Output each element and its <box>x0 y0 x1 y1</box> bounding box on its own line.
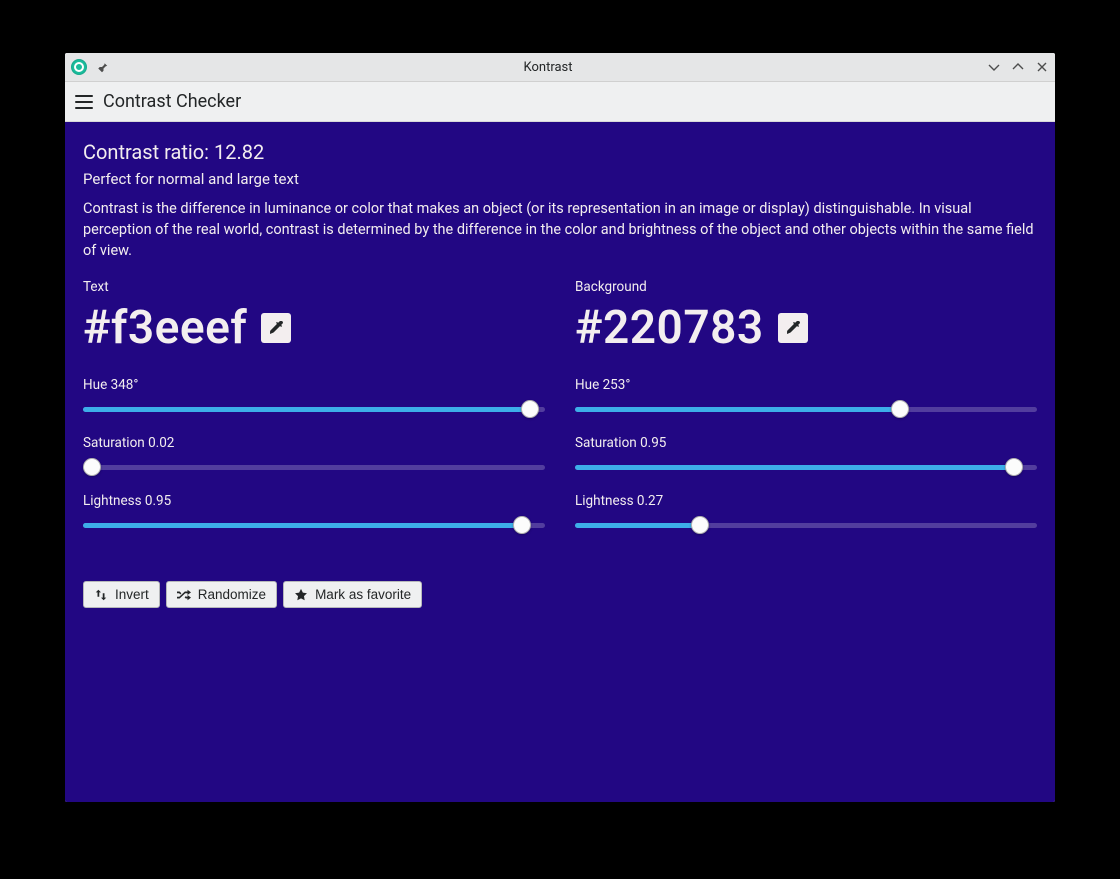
contrast-ratio-label: Contrast ratio: <box>83 140 214 164</box>
app-window: Kontrast Contrast Checker Contrast ratio… <box>65 53 1055 802</box>
window-controls <box>987 60 1049 74</box>
contrast-verdict: Perfect for normal and large text <box>83 170 1037 188</box>
invert-button[interactable]: Invert <box>83 581 160 608</box>
randomize-label: Randomize <box>198 587 266 602</box>
bg-lightness-group: Lightness 0.27 <box>575 493 1037 533</box>
bg-color-value[interactable]: #220783 <box>575 301 764 355</box>
text-color-label: Text <box>83 279 545 295</box>
bg-color-column: Background #220783 Hue 253° Saturation 0… <box>575 279 1037 551</box>
text-hue-label: Hue 348° <box>83 377 545 393</box>
app-logo-icon <box>71 59 87 75</box>
bg-lightness-slider[interactable] <box>575 517 1037 533</box>
minimize-button[interactable] <box>987 60 1001 74</box>
contrast-description: Contrast is the difference in luminance … <box>83 198 1037 261</box>
window-title: Kontrast <box>109 60 987 75</box>
text-color-picker-button[interactable] <box>261 313 291 343</box>
page-title: Contrast Checker <box>103 91 241 112</box>
maximize-button[interactable] <box>1011 60 1025 74</box>
close-button[interactable] <box>1035 60 1049 74</box>
bg-color-label: Background <box>575 279 1037 295</box>
text-color-value[interactable]: #f3eeef <box>83 301 247 355</box>
bg-hue-group: Hue 253° <box>575 377 1037 417</box>
toolbar: Contrast Checker <box>65 82 1055 122</box>
bg-color-row: #220783 <box>575 301 1037 355</box>
randomize-button[interactable]: Randomize <box>166 581 277 608</box>
bg-lightness-label: Lightness 0.27 <box>575 493 1037 509</box>
text-color-row: #f3eeef <box>83 301 545 355</box>
contrast-ratio: Contrast ratio: 12.82 <box>83 140 1037 164</box>
bg-color-picker-button[interactable] <box>778 313 808 343</box>
titlebar: Kontrast <box>65 53 1055 82</box>
color-columns: Text #f3eeef Hue 348° Saturation 0.02 <box>83 279 1037 551</box>
titlebar-left <box>71 59 109 75</box>
bg-hue-label: Hue 253° <box>575 377 1037 393</box>
bg-saturation-label: Saturation 0.95 <box>575 435 1037 451</box>
text-saturation-label: Saturation 0.02 <box>83 435 545 451</box>
swap-icon <box>94 588 108 602</box>
pin-icon[interactable] <box>95 60 109 74</box>
favorite-label: Mark as favorite <box>315 587 411 602</box>
action-buttons: Invert Randomize Mark as favorite <box>83 581 1037 608</box>
bg-hue-slider[interactable] <box>575 401 1037 417</box>
text-color-column: Text #f3eeef Hue 348° Saturation 0.02 <box>83 279 545 551</box>
invert-label: Invert <box>115 587 149 602</box>
text-lightness-slider[interactable] <box>83 517 545 533</box>
content-area: Contrast ratio: 12.82 Perfect for normal… <box>65 122 1055 802</box>
bg-saturation-slider[interactable] <box>575 459 1037 475</box>
contrast-ratio-value: 12.82 <box>214 140 264 164</box>
star-icon <box>294 588 308 602</box>
bg-saturation-group: Saturation 0.95 <box>575 435 1037 475</box>
text-hue-slider[interactable] <box>83 401 545 417</box>
text-saturation-group: Saturation 0.02 <box>83 435 545 475</box>
favorite-button[interactable]: Mark as favorite <box>283 581 422 608</box>
shuffle-icon <box>177 588 191 602</box>
text-lightness-group: Lightness 0.95 <box>83 493 545 533</box>
text-lightness-label: Lightness 0.95 <box>83 493 545 509</box>
text-saturation-slider[interactable] <box>83 459 545 475</box>
hamburger-menu-icon[interactable] <box>75 95 93 109</box>
text-hue-group: Hue 348° <box>83 377 545 417</box>
